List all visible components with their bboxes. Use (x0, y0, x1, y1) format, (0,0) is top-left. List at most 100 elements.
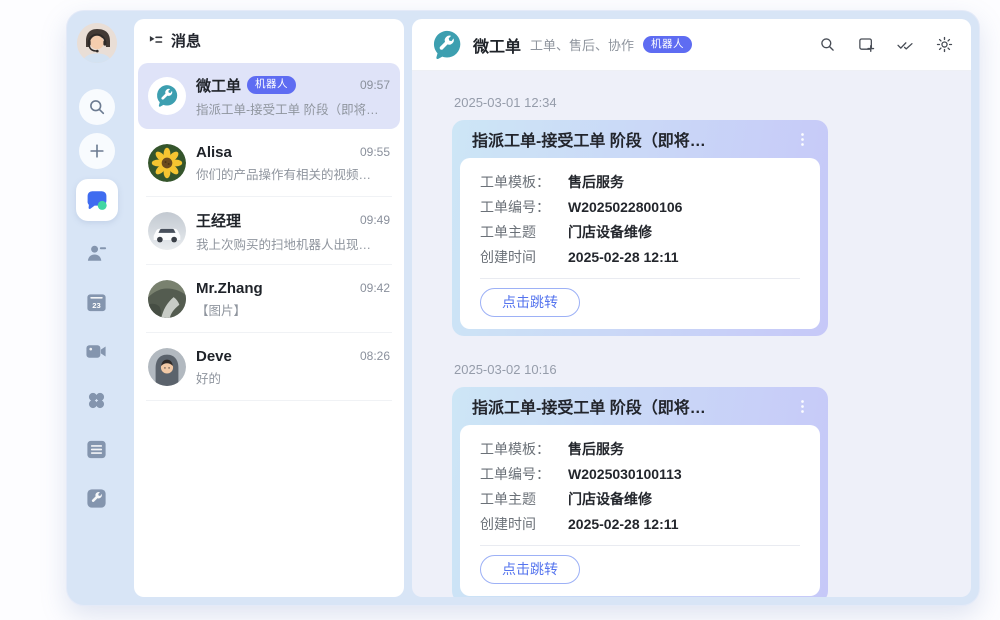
conversation-time: 09:42 (360, 281, 390, 295)
conversation-wangjingli[interactable]: 王经理 09:49 我上次购买的扫地机器人出现… (134, 197, 404, 265)
work-order-card: 指派工单-接受工单 阶段（即将… 工单模板： 售后服务 (452, 387, 828, 597)
conversation-preview: 好的 (196, 368, 390, 387)
card-title: 指派工单-接受工单 阶段（即将… (472, 394, 706, 418)
message-list-panel: 消息 微工单 机器人 09:57 指派工单-接受工单 阶段（即将… (134, 19, 404, 597)
wrench-pin-logo-avatar (148, 77, 186, 115)
calendar-icon: 23 (85, 291, 108, 314)
rail-tab-messenger[interactable] (76, 179, 118, 221)
conversation-name: Alisa (196, 144, 232, 161)
message-filter-icon[interactable] (148, 33, 163, 48)
rail-tab-work-order[interactable] (85, 486, 109, 510)
chat-avatar-wrench-pin-logo (430, 28, 464, 62)
field-row: 创建时间 2025-02-28 12:11 (480, 245, 800, 270)
robot-badge: 机器人 (643, 36, 692, 54)
svg-text:23: 23 (92, 300, 101, 309)
message-timestamp: 2025-03-02 10:16 (454, 362, 931, 377)
rail-tab-apps[interactable] (85, 388, 109, 412)
card-more-menu-button[interactable] (797, 131, 807, 147)
conversation-name: Mr.Zhang (196, 280, 263, 297)
message-timestamp: 2025-03-01 12:34 (454, 95, 931, 110)
field-value: W2025022800106 (568, 195, 682, 220)
conversation-time: 08:26 (360, 349, 390, 363)
rail-tab-calendar[interactable]: 23 (85, 290, 109, 314)
sunflower-avatar (148, 144, 186, 182)
rail-search-button[interactable] (79, 89, 115, 125)
double-check-icon (896, 36, 914, 53)
search-icon (819, 36, 836, 53)
left-rail: 23 (67, 11, 126, 605)
conversation-name: 王经理 (196, 210, 241, 231)
work-order-card: 指派工单-接受工单 阶段（即将… 工单模板： 售后服务 (452, 120, 828, 336)
white-car-avatar (148, 212, 186, 250)
add-window-icon (858, 36, 875, 53)
wrench-app-icon (85, 487, 108, 510)
field-label: 创建时间 (480, 512, 554, 537)
field-value: 门店设备维修 (568, 487, 652, 512)
conversation-name: Deve (196, 348, 232, 365)
rail-tab-contacts[interactable] (85, 241, 109, 265)
apps-clover-icon (85, 389, 108, 412)
jump-button[interactable]: 点击跳转 (480, 288, 580, 317)
field-row: 工单编号： W2025022800106 (480, 195, 800, 220)
rail-tab-approval-list[interactable] (85, 437, 109, 461)
conversation-preview: 指派工单-接受工单 阶段（即将… (196, 99, 390, 118)
field-value: 售后服务 (568, 437, 624, 462)
conversation-deve[interactable]: Deve 08:26 好的 (134, 333, 404, 401)
message-list-title: 消息 (171, 30, 201, 51)
conversation-preview: 你们的产品操作有相关的视频… (196, 164, 390, 183)
list-icon (85, 438, 108, 461)
field-label: 工单编号： (480, 462, 554, 487)
conversation-list: 微工单 机器人 09:57 指派工单-接受工单 阶段（即将… (134, 61, 404, 597)
field-label: 工单模板： (480, 437, 554, 462)
contacts-icon (85, 242, 108, 265)
field-row: 工单模板： 售后服务 (480, 170, 800, 195)
field-label: 工单主题 (480, 487, 554, 512)
field-label: 工单模板： (480, 170, 554, 195)
card-divider (480, 545, 800, 546)
gear-icon (936, 36, 953, 53)
field-row: 工单主题 门店设备维修 (480, 487, 800, 512)
field-value: 售后服务 (568, 170, 624, 195)
field-row: 工单编号： W2025030100113 (480, 462, 800, 487)
settings-button[interactable] (935, 36, 953, 54)
video-camera-icon (85, 340, 108, 363)
add-to-new-window-button[interactable] (857, 36, 875, 54)
woman-headset-avatar-image (77, 23, 117, 63)
chat-search-button[interactable] (818, 36, 836, 54)
vertical-dots-icon (800, 399, 805, 414)
conversation-alisa[interactable]: Alisa 09:55 你们的产品操作有相关的视频… (134, 129, 404, 197)
field-row: 工单模板： 售后服务 (480, 437, 800, 462)
rail-tab-video[interactable] (85, 339, 109, 363)
field-label: 工单主题 (480, 220, 554, 245)
chat-subtitle: 工单、售后、协作 (530, 35, 634, 54)
card-title: 指派工单-接受工单 阶段（即将… (472, 127, 706, 151)
field-value: W2025030100113 (568, 462, 682, 487)
chat-header: 微工单 工单、售后、协作 机器人 (412, 19, 971, 71)
search-icon (88, 98, 106, 116)
plus-icon (88, 142, 106, 160)
field-label: 工单编号： (480, 195, 554, 220)
conversation-preview: 【图片】 (196, 300, 390, 319)
message-group: 2025-03-02 10:16 指派工单-接受工单 阶段（即将… (452, 362, 931, 597)
vertical-dots-icon (800, 132, 805, 147)
rail-create-button[interactable] (79, 133, 115, 169)
conversation-time: 09:49 (360, 213, 390, 227)
card-more-menu-button[interactable] (797, 398, 807, 414)
field-value: 门店设备维修 (568, 220, 652, 245)
chat-action-bar (818, 36, 953, 54)
field-value: 2025-02-28 12:11 (568, 245, 679, 270)
mark-all-read-button[interactable] (896, 36, 914, 54)
conversation-name: 微工单 (196, 75, 241, 96)
conversation-mrzhang[interactable]: Mr.Zhang 09:42 【图片】 (134, 265, 404, 333)
field-row: 工单主题 门店设备维修 (480, 220, 800, 245)
chat-message-area: 2025-03-01 12:34 指派工单-接受工单 阶段（即将… (412, 71, 971, 597)
field-label: 创建时间 (480, 245, 554, 270)
jump-button[interactable]: 点击跳转 (480, 555, 580, 584)
field-row: 创建时间 2025-02-28 12:11 (480, 512, 800, 537)
conversation-time: 09:55 (360, 145, 390, 159)
chat-title: 微工单 (473, 33, 521, 57)
app-window: 23 (66, 10, 980, 606)
conversation-weigongdan[interactable]: 微工单 机器人 09:57 指派工单-接受工单 阶段（即将… (138, 63, 400, 129)
user-avatar[interactable] (77, 23, 117, 63)
rail-nav-icons: 23 (85, 241, 109, 510)
